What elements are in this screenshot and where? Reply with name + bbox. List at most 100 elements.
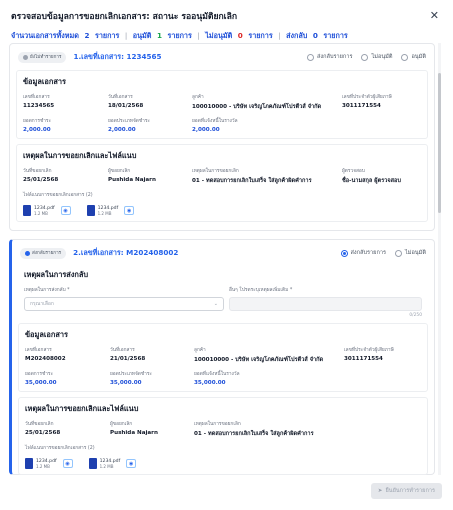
field-label: ยอดการชำระ xyxy=(23,119,52,124)
section-title: เหตุผลในการส่งกลับ xyxy=(24,270,89,279)
field-value: 21/01/2568 xyxy=(110,356,146,362)
summary-rejected-unit: รายการ xyxy=(248,31,273,40)
card-header: ส่งกลับรายการ 2.เลขที่เอกสาร: M202408002… xyxy=(12,240,434,266)
field-value: 25/01/2568 xyxy=(25,430,61,436)
document-number: 1.เลขที่เอกสาร: 1234565 xyxy=(73,51,162,61)
radio-reject[interactable]: ไม่อนุมัติ xyxy=(361,53,392,61)
attachments-list: 1234.pdf 1.2 MB ◉ 1234.pdf 1.2 MB ◉ xyxy=(23,205,421,216)
divider: | xyxy=(124,31,128,40)
summary-total-label: จำนวนเอกสารทั้งหมด xyxy=(11,31,79,40)
field-value: 2,000.00 xyxy=(108,127,136,133)
document-card: ยังไม่ทำรายการ 1.เลขที่เอกสาร: 1234565 ส… xyxy=(9,43,435,231)
status-badge: ยังไม่ทำรายการ xyxy=(18,51,67,63)
field-label: ยอดประเภทจัดชำระ xyxy=(110,372,152,377)
radio-return[interactable]: ส่งกลับรายการ xyxy=(340,249,386,257)
field-label: ผู้ตรวจสอบ xyxy=(342,169,365,174)
section-title: เหตุผลในการขอยกเลิกและไฟล์แนบ xyxy=(25,404,139,413)
divider: | xyxy=(278,31,281,40)
summary-total-count: 2 xyxy=(84,31,90,40)
document-card: ส่งกลับรายการ 2.เลขที่เอกสาร: M202408002… xyxy=(9,239,435,475)
file-size: 1.2 MB xyxy=(97,210,112,216)
summary-returned-label: ส่งกลับ xyxy=(286,31,308,40)
field-value: 25/01/2568 xyxy=(23,177,59,183)
confirm-button[interactable]: ➤ ยืนยันการทำรายการ xyxy=(370,483,442,499)
field-value: 35,000.00 xyxy=(110,380,142,386)
close-icon[interactable]: ✕ xyxy=(430,9,439,22)
document-info-section: ข้อมูลเอกสาร เลขที่เอกสาร M202408002 วันท… xyxy=(18,323,428,392)
summary-bar: จำนวนเอกสารทั้งหมด 2 รายการ | อนุมัติ 1 … xyxy=(11,31,442,42)
field-value: 100010000 - บริษัท เจริญโภคภัณฑ์โปรตีวส์… xyxy=(194,357,324,363)
eye-icon[interactable]: ◉ xyxy=(62,459,73,468)
other-reason-label: อื่นๆ โปรดระบุเหตุผลเพิ่มเติม * xyxy=(229,288,293,293)
other-reason-input[interactable] xyxy=(229,297,422,311)
field-label: เลขที่เอกสาร xyxy=(25,348,52,353)
summary-rejected-label: ไม่อนุมัติ xyxy=(205,31,233,40)
field-value: 2,000.00 xyxy=(23,127,51,133)
field-label: ยอดประเภทจัดชำระ xyxy=(108,119,150,124)
summary-returned-unit: รายการ xyxy=(323,31,348,40)
eye-icon[interactable]: ◉ xyxy=(60,206,71,215)
document-number: 2.เลขที่เอกสาร: M202408002 xyxy=(73,247,179,257)
attachment-item[interactable]: 1234.pdf 1.2 MB ◉ xyxy=(25,458,73,469)
field-label: ยอดที่แจ้งหนี้ในรางวัล xyxy=(192,119,238,124)
file-size: 1.2 MB xyxy=(34,210,48,216)
field-label: ผู้ขอยกเลิก xyxy=(108,169,131,174)
cards-scroll-area[interactable]: ยังไม่ทำรายการ 1.เลขที่เอกสาร: 1234565 ส… xyxy=(9,43,441,475)
field-label: ผู้ขอยกเลิก xyxy=(110,422,133,427)
radio-return[interactable]: ส่งกลับรายการ xyxy=(307,53,352,61)
field-label: วันที่ขอยกเลิก xyxy=(25,422,54,427)
field-label: ลูกค้า xyxy=(192,95,204,100)
radio-reject[interactable]: ไม่อนุมัติ xyxy=(394,249,426,257)
summary-approved-count: 1 xyxy=(156,31,162,40)
modal-footer: ➤ ยืนยันการทำรายการ xyxy=(0,478,453,510)
attachment-item[interactable]: 1234.pdf 1.2 MB ◉ xyxy=(88,458,137,469)
field-label: เลขที่เอกสาร xyxy=(23,95,50,100)
status-badge: ส่งกลับรายการ xyxy=(20,247,67,259)
file-size: 1.2 MB xyxy=(99,463,114,469)
section-title: เหตุผลในการขอยกเลิกและไฟล์แนบ xyxy=(23,151,137,160)
eye-icon[interactable]: ◉ xyxy=(126,459,137,468)
field-value: 35,000.00 xyxy=(194,380,226,386)
scrollbar-thumb[interactable] xyxy=(438,73,441,213)
document-info-section: ข้อมูลเอกสาร เลขที่เอกสาร 11234565 วันที่… xyxy=(16,70,428,139)
card-header: ยังไม่ทำรายการ 1.เลขที่เอกสาร: 1234565 ส… xyxy=(10,44,434,70)
file-size: 1.2 MB xyxy=(36,463,50,469)
field-label: วันที่เอกสาร xyxy=(110,348,135,353)
field-value: 35,000.00 xyxy=(25,380,57,386)
field-label: ลูกค้า xyxy=(194,348,206,353)
section-title: ข้อมูลเอกสาร xyxy=(23,77,66,86)
attachment-item[interactable]: 1234.pdf 1.2 MB ◉ xyxy=(86,205,135,216)
field-label: เหตุผลในการขอยกเลิก xyxy=(192,169,239,174)
action-radios: ส่งกลับรายการ ไม่อนุมัติ อนุมัติ xyxy=(307,53,426,61)
eye-icon[interactable]: ◉ xyxy=(124,206,135,215)
scrollbar[interactable] xyxy=(438,43,441,475)
file-name: 1234.pdf xyxy=(34,205,55,211)
file-name: 1234.pdf xyxy=(36,458,57,464)
return-reason-section: เหตุผลในการส่งกลับ เหตุผลในการส่งกลับ * … xyxy=(18,266,428,318)
field-label: ยอดการชำระ xyxy=(25,372,54,377)
summary-returned-count: 0 xyxy=(312,31,318,40)
pdf-file-icon xyxy=(25,458,33,469)
attachments-label: ไฟล์แนบการขอยกเลิกเอกสาร (2) xyxy=(23,193,93,198)
send-icon: ➤ xyxy=(377,488,383,494)
action-radios: ส่งกลับรายการ ไม่อนุมัติ xyxy=(340,249,426,257)
cancel-reason-section: เหตุผลในการขอยกเลิกและไฟล์แนบ วันที่ขอยก… xyxy=(16,144,428,222)
field-value: 01 - ทดสอบการยกเลิกใบเสร็จ ใส่ลูกค้าผิดค… xyxy=(192,178,312,184)
attachment-item[interactable]: 1234.pdf 1.2 MB ◉ xyxy=(23,205,71,216)
pdf-file-icon xyxy=(23,205,31,216)
summary-approved-label: อนุมัติ xyxy=(132,31,152,40)
field-value: 3011171554 xyxy=(342,103,381,109)
section-title: ข้อมูลเอกสาร xyxy=(25,330,68,339)
radio-approve[interactable]: อนุมัติ xyxy=(401,53,426,61)
field-value: 3011171554 xyxy=(344,356,383,362)
field-value: M202408002 xyxy=(25,356,66,362)
field-label: วันที่ขอยกเลิก xyxy=(23,169,52,174)
return-reason-select[interactable]: กรุณาเลือก ⌄ xyxy=(24,297,224,311)
char-counter: 0/250 xyxy=(409,313,422,318)
attachments-label: ไฟล์แนบการขอยกเลิกเอกสาร (2) xyxy=(25,446,95,451)
field-label: เลขที่ประจำตัวผู้เสียภาษี xyxy=(344,348,394,353)
summary-approved-unit: รายการ xyxy=(167,31,192,40)
field-value: Pushida Najarn xyxy=(108,177,156,183)
field-value: 2,000.00 xyxy=(192,127,220,133)
field-label: วันที่เอกสาร xyxy=(108,95,133,100)
